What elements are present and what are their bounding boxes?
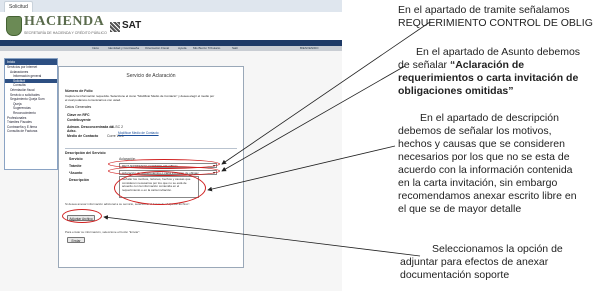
annotation-attach: Seleccionamos la opción de adjuntar para… [400, 243, 596, 282]
annotation-line: debemos de señalar los motivos, [398, 125, 552, 137]
annotation-line: adjuntar para efectos de anexar [400, 256, 549, 268]
annotation-asunto: En el apartado de Asunto debemos de seña… [398, 46, 594, 98]
annotation-line: En el apartado de descripción [420, 112, 559, 124]
annotation-line: documentación soporte [400, 269, 510, 281]
arrow-attach [103, 215, 421, 257]
annotation-line: de señalar “Aclaración de [398, 59, 525, 71]
annotation-line: necesarios por los que no se esta de [398, 151, 570, 163]
arrow-descripcion [207, 145, 396, 192]
annotation-tramite: En el apartado de tramite señalamos REQU… [398, 4, 598, 30]
annotation-line: Seleccionamos la opción de [432, 243, 563, 255]
annotation-line: REQUERIMIENTO CONTROL DE OBLIG [398, 17, 593, 29]
annotation-line: el que se de mayor detalle [398, 203, 522, 215]
annotation-line: recomendamos anexar escrito libre en [398, 190, 577, 202]
arrow-asunto [221, 65, 406, 172]
annotation-line: obligaciones omitidas” [398, 85, 514, 97]
annotation-line: requerimientos o carta invitación de [398, 72, 579, 84]
annotation-line: En el apartado de Asunto debemos [416, 46, 581, 58]
annotation-line: en la carta invitación, sin embargo [398, 177, 558, 189]
annotation-descripcion: En el apartado de descripción debemos de… [398, 112, 594, 216]
annotation-line: En el apartado de tramite señalamos [398, 4, 570, 16]
annotation-line: hechos y causas que se consideren [398, 138, 565, 150]
annotation-line: acuerdo con la información contenida [398, 164, 573, 176]
